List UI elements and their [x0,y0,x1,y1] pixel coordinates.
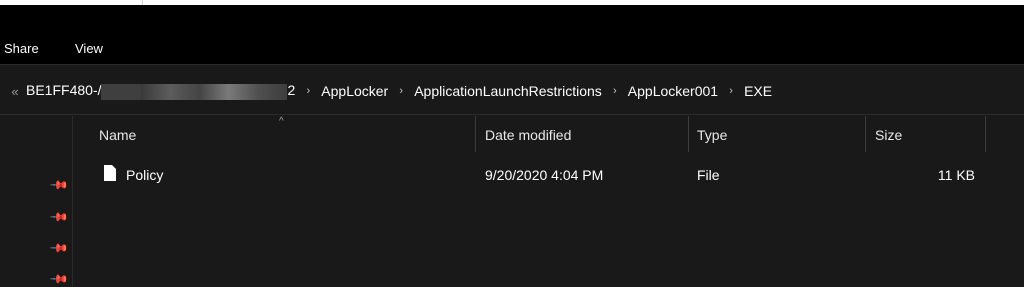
file-list[interactable]: ^ Name Date modified Type Size Policy 9/… [74,116,1024,287]
breadcrumb-exe[interactable]: EXE [742,83,774,99]
file-icon [104,165,116,181]
ribbon-tab-share[interactable]: Share [4,41,39,56]
chevron-right-icon[interactable]: › [390,85,412,97]
breadcrumb-applicationlaunchrestrictions[interactable]: ApplicationLaunchRestrictions [412,83,604,99]
column-header-size[interactable]: Size [875,127,902,143]
column-header-name[interactable]: Name [99,127,136,143]
column-header-date-modified[interactable]: Date modified [485,127,571,143]
navigation-pane[interactable]: 📌 📌 📌 📌 [0,116,73,287]
chevron-right-icon[interactable]: › [604,85,626,97]
pin-icon[interactable]: 📌 [49,175,69,195]
redaction-block [141,83,288,100]
file-row[interactable]: Policy 9/20/2020 4:04 PM File 11 KB [74,164,1024,188]
breadcrumb: « BE1FF480-/ 2 › AppLocker › ApplicationL… [6,81,774,101]
breadcrumb-overflow-icon[interactable]: « [6,84,24,99]
address-bar[interactable]: « BE1FF480-/ 2 › AppLocker › ApplicationL… [0,64,1024,115]
column-divider[interactable] [985,116,986,152]
pin-icon[interactable]: 📌 [49,269,69,287]
pin-icon[interactable]: 📌 [49,238,69,258]
file-size: 11 KB [937,167,975,183]
sort-ascending-icon: ^ [279,116,284,127]
breadcrumb-root-label: BE1FF480-/ [26,82,102,99]
ribbon: Share View [0,5,1024,64]
breadcrumb-root[interactable]: BE1FF480-/ 2 [24,82,297,100]
column-header-row: ^ Name Date modified Type Size [74,116,1024,154]
redaction-block [101,83,142,100]
ribbon-tab-view[interactable]: View [75,41,103,56]
column-divider[interactable] [475,116,476,152]
breadcrumb-root-tail: 2 [287,82,296,99]
pin-icon[interactable]: 📌 [49,207,69,227]
breadcrumb-applocker001[interactable]: AppLocker001 [626,83,720,99]
breadcrumb-applocker[interactable]: AppLocker [319,83,390,99]
column-divider[interactable] [688,116,689,152]
column-divider[interactable] [865,116,866,152]
file-date-modified: 9/20/2020 4:04 PM [485,167,604,183]
file-name: Policy [126,167,164,183]
file-type: File [697,167,720,183]
chevron-right-icon[interactable]: › [720,85,742,97]
chevron-right-icon[interactable]: › [297,85,319,97]
column-header-type[interactable]: Type [697,127,727,143]
